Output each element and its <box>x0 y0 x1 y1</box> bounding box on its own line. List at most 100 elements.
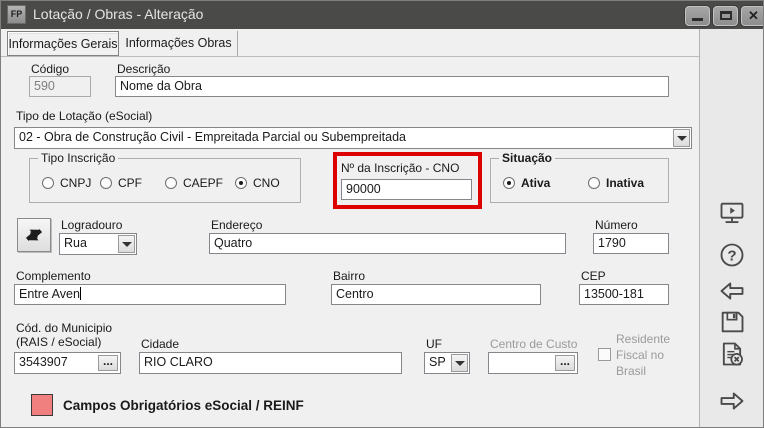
cod-municipio-browse-button[interactable]: ... <box>98 355 118 371</box>
radio-caepf-circle <box>165 177 177 189</box>
complemento-value: Entre Aven <box>19 287 80 301</box>
situacao-title: Situação <box>499 151 555 165</box>
radio-ativa[interactable]: Ativa <box>503 176 558 190</box>
uf-value: SP <box>429 355 446 369</box>
logradouro-select[interactable]: Rua <box>59 233 137 255</box>
radio-cnpj-label: CNPJ <box>60 176 91 190</box>
radio-ativa-label: Ativa <box>521 176 550 190</box>
arrow-right-icon <box>718 387 746 415</box>
bairro-field[interactable]: Centro <box>331 284 541 305</box>
tab-informacoes-obras[interactable]: Informações Obras <box>120 31 238 56</box>
radio-cnpj[interactable]: CNPJ <box>42 176 94 190</box>
centro-custo-browse-button[interactable]: ... <box>555 355 575 371</box>
descricao-field[interactable]: Nome da Obra <box>115 76 669 97</box>
bairro-label: Bairro <box>333 269 365 283</box>
codigo-field: 590 <box>29 76 91 97</box>
video-tutorial-button[interactable] <box>718 199 746 227</box>
document-delete-icon <box>718 340 746 368</box>
radio-cpf-label: CPF <box>118 176 142 190</box>
cidade-label: Cidade <box>141 337 179 351</box>
radio-inativa-label: Inativa <box>606 176 644 190</box>
tipo-lotacao-value: 02 - Obra de Construção Civil - Empreita… <box>19 130 406 144</box>
cod-municipio-value: 3543907 <box>19 355 68 369</box>
situacao-group: Situação Ativa Inativa <box>490 158 669 203</box>
logradouro-dropdown-button[interactable] <box>118 235 135 253</box>
save-button[interactable] <box>718 308 746 336</box>
residente-label-line3: Brasil <box>616 364 646 378</box>
svg-text:?: ? <box>727 247 736 264</box>
radio-cno-label: CNO <box>253 176 280 190</box>
tab-informacoes-gerais[interactable]: Informações Gerais <box>7 31 119 56</box>
cep-field[interactable]: 13500-181 <box>579 284 669 305</box>
forward-button[interactable] <box>718 387 746 415</box>
toolbar-sidebar: ? <box>699 29 763 427</box>
centro-custo-field: ... <box>488 352 578 374</box>
address-lookup-button[interactable] <box>17 218 51 252</box>
cod-municipio-label-line1: Cód. do Municipio <box>16 321 112 335</box>
required-fields-swatch <box>31 394 53 416</box>
swap-arrows-icon <box>22 223 46 247</box>
endereco-label: Endereço <box>211 218 262 232</box>
numero-field[interactable]: 1790 <box>593 233 669 254</box>
text-cursor <box>80 287 81 300</box>
tipo-lotacao-dropdown-button[interactable] <box>673 129 690 147</box>
window-title: Lotação / Obras - Alteração <box>33 6 203 22</box>
chevron-down-icon <box>455 361 465 366</box>
tipo-lotacao-select[interactable]: 02 - Obra de Construção Civil - Empreita… <box>14 127 692 149</box>
residente-label-line2: Fiscal no <box>616 348 664 362</box>
help-button[interactable]: ? <box>718 241 746 269</box>
uf-select[interactable]: SP <box>424 352 470 374</box>
app-icon: FP <box>7 5 26 24</box>
back-button[interactable] <box>718 277 746 305</box>
complemento-field[interactable]: Entre Aven <box>14 284 286 305</box>
tab-divider <box>1 56 701 57</box>
logradouro-value: Rua <box>64 236 87 250</box>
radio-cno[interactable]: CNO <box>235 176 285 190</box>
radio-inativa-circle <box>588 177 600 189</box>
save-icon <box>718 308 746 336</box>
radio-cnpj-circle <box>42 177 54 189</box>
required-fields-legend: Campos Obrigatórios eSocial / REINF <box>63 398 304 413</box>
maximize-icon <box>720 11 732 20</box>
video-tutorial-icon <box>718 199 746 227</box>
numero-label: Número <box>595 218 638 232</box>
radio-caepf[interactable]: CAEPF <box>165 176 225 190</box>
radio-caepf-label: CAEPF <box>183 176 223 190</box>
logradouro-label: Logradouro <box>61 218 122 232</box>
radio-cpf-circle <box>100 177 112 189</box>
chevron-down-icon <box>122 242 132 247</box>
uf-label: UF <box>426 337 442 351</box>
radio-ativa-circle <box>503 177 515 189</box>
descricao-label: Descrição <box>117 62 170 76</box>
residente-fiscal-checkbox <box>598 348 611 361</box>
cod-municipio-field[interactable]: 3543907 ... <box>14 352 121 374</box>
radio-inativa[interactable]: Inativa <box>588 176 653 190</box>
tipo-inscricao-title: Tipo Inscrição <box>38 151 118 165</box>
cep-label: CEP <box>581 269 606 283</box>
uf-dropdown-button[interactable] <box>451 354 468 372</box>
close-icon: ✕ <box>742 8 764 24</box>
centro-custo-label: Centro de Custo <box>490 337 577 351</box>
cidade-field[interactable]: RIO CLARO <box>139 352 402 374</box>
radio-cno-circle <box>235 177 247 189</box>
tipo-lotacao-label: Tipo de Lotação (eSocial) <box>16 109 152 123</box>
chevron-down-icon <box>677 136 687 141</box>
lotacao-obras-window: FP Lotação / Obras - Alteração ✕ Informa… <box>0 0 764 428</box>
cod-municipio-label-line2: (RAIS / eSocial) <box>16 335 101 349</box>
minimize-icon <box>692 18 703 21</box>
residente-label-line1: Residente <box>616 332 670 346</box>
minimize-button[interactable] <box>685 6 710 26</box>
discard-record-button[interactable] <box>718 340 746 368</box>
titlebar: FP Lotação / Obras - Alteração ✕ <box>1 1 763 29</box>
inscricao-cno-label: Nº da Inscrição - CNO <box>341 161 459 175</box>
complemento-label: Complemento <box>16 269 91 283</box>
endereco-field[interactable]: Quatro <box>209 233 566 254</box>
arrow-left-icon <box>718 277 746 305</box>
radio-cpf[interactable]: CPF <box>100 176 146 190</box>
close-button[interactable]: ✕ <box>741 6 764 26</box>
help-icon: ? <box>718 241 746 269</box>
inscricao-cno-field[interactable]: 90000 <box>341 179 472 200</box>
codigo-label: Código <box>31 62 69 76</box>
maximize-button[interactable] <box>713 6 738 26</box>
tipo-inscricao-group: Tipo Inscrição CNPJ CPF CAEPF CNO <box>29 158 301 203</box>
